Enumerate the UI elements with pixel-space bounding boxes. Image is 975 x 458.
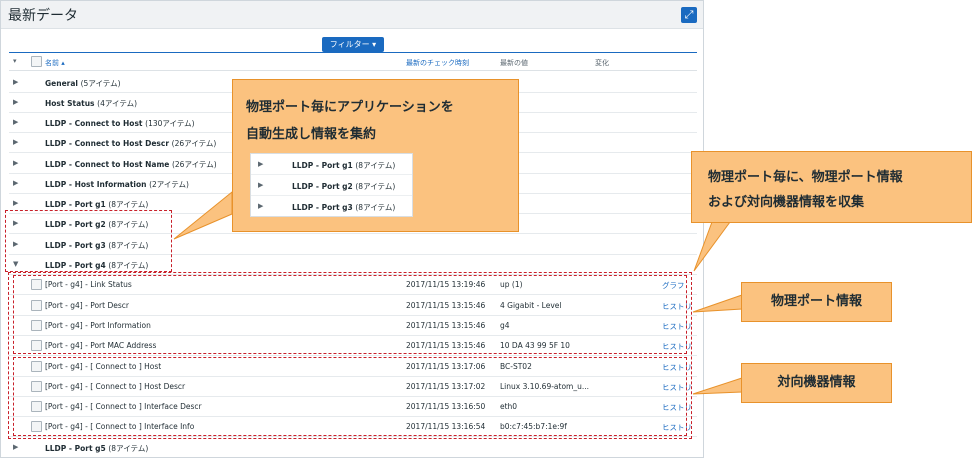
expand-arrow-icon: ▶ bbox=[258, 202, 264, 210]
callout-text-line1: 物理ポート毎に、物理ポート情報 bbox=[708, 170, 903, 185]
main-callout-pointer bbox=[173, 190, 233, 240]
expand-arrow-icon: ▶ bbox=[258, 181, 264, 189]
callout-text-line2: および対向機器情報を収集 bbox=[708, 195, 865, 210]
collect-info-callout: 物理ポート毎に、物理ポート情報 および対向機器情報を収集 bbox=[691, 151, 972, 223]
peer-info-callout: 対向機器情報 bbox=[741, 363, 892, 403]
group-name: LLDP - Port g2 bbox=[292, 182, 353, 191]
group-count: (8アイテム) bbox=[355, 161, 396, 170]
callout-text-line1: 物理ポート毎にアプリケーションを bbox=[246, 100, 454, 115]
group-count: (8アイテム) bbox=[355, 182, 396, 191]
expand-arrow-icon: ▶ bbox=[258, 160, 264, 168]
callout-text-line2: 自動生成し情報を集約 bbox=[246, 127, 377, 142]
auto-generate-callout: 物理ポート毎にアプリケーションを 自動生成し情報を集約 ▶ LLDP - Por… bbox=[232, 79, 519, 232]
list-item: ▶ LLDP - Port g1 (8アイテム) bbox=[251, 154, 412, 175]
port-list-preview: ▶ LLDP - Port g1 (8アイテム) ▶ LLDP - Port g… bbox=[250, 153, 413, 217]
group-name: LLDP - Port g1 bbox=[292, 161, 353, 170]
port-callout-pointer bbox=[692, 294, 743, 313]
peer-callout-pointer bbox=[692, 377, 743, 395]
group-name: LLDP - Port g3 bbox=[292, 203, 353, 212]
port-info-callout: 物理ポート情報 bbox=[741, 282, 892, 322]
group-count: (8アイテム) bbox=[355, 203, 396, 212]
right-callout-pointer bbox=[693, 221, 731, 272]
list-item: ▶ LLDP - Port g3 (8アイテム) bbox=[251, 196, 412, 217]
list-item: ▶ LLDP - Port g2 (8アイテム) bbox=[251, 175, 412, 196]
